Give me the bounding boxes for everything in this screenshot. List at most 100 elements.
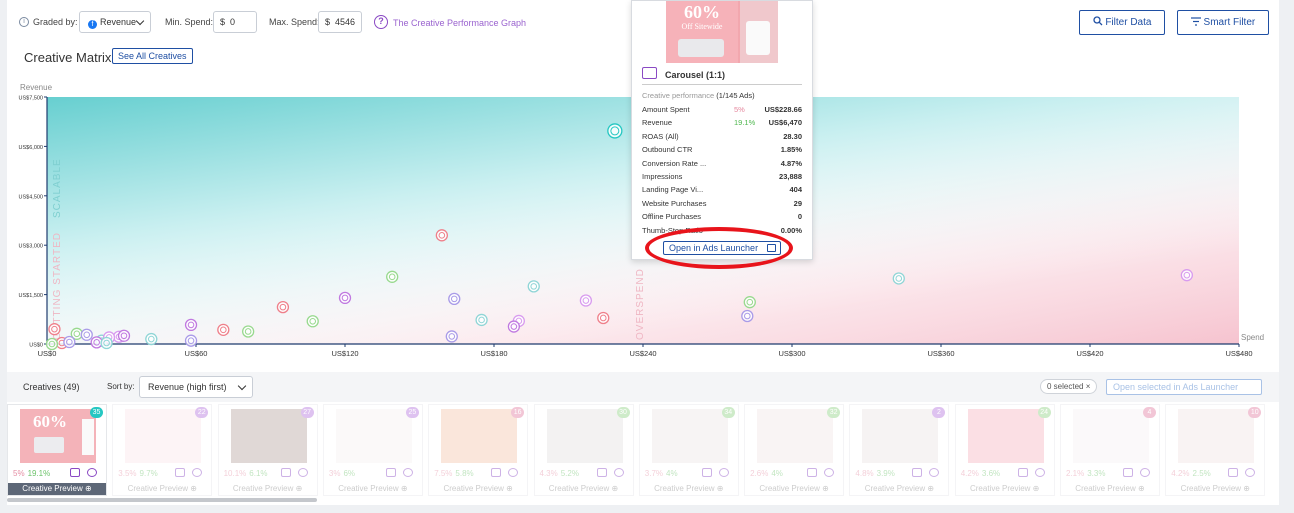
chart-point[interactable] <box>607 123 623 139</box>
see-all-creatives-button[interactable]: See All Creatives <box>112 48 193 64</box>
point-marker[interactable] <box>527 280 540 293</box>
chart-point[interactable] <box>184 334 198 347</box>
point-marker[interactable] <box>386 270 399 283</box>
info-icon[interactable]: i <box>19 17 29 27</box>
creative-preview-button[interactable]: Creative Preview ⊕ <box>8 483 106 495</box>
point-marker[interactable] <box>507 320 521 333</box>
chart-point[interactable] <box>448 292 461 306</box>
sort-select[interactable]: Revenue (high first) <box>139 376 253 398</box>
point-marker[interactable] <box>217 323 230 336</box>
launcher-icon[interactable] <box>1140 468 1150 477</box>
creative-preview-button[interactable]: Creative Preview ⊕ <box>218 483 317 495</box>
creative-performance-graph-link[interactable]: The Creative Performance Graph <box>393 18 526 28</box>
creative-card[interactable]: 34 3.7% 4% Creative Preview ⊕ <box>638 404 739 496</box>
expand-icon[interactable] <box>70 468 80 477</box>
chart-point[interactable] <box>100 336 113 350</box>
creative-preview-button[interactable]: Creative Preview ⊕ <box>955 483 1054 495</box>
point-marker[interactable] <box>1180 269 1193 282</box>
launcher-icon[interactable] <box>192 468 203 477</box>
creative-card[interactable]: 24 4.2% 3.6% Creative Preview ⊕ <box>954 404 1055 496</box>
launcher-icon[interactable] <box>824 468 835 477</box>
graded-by-select[interactable]: f Revenue <box>79 11 151 33</box>
point-marker[interactable] <box>45 337 59 351</box>
open-selected-button[interactable]: Open selected in Ads Launcher <box>1106 379 1262 395</box>
expand-icon[interactable] <box>1228 468 1239 477</box>
launcher-icon[interactable] <box>297 468 308 477</box>
creative-thumbnail[interactable] <box>651 409 728 463</box>
max-spend-input[interactable]: $ 4546 <box>318 11 362 33</box>
chart-point[interactable] <box>743 296 756 309</box>
point-marker[interactable] <box>80 328 93 341</box>
expand-icon[interactable] <box>1123 468 1133 477</box>
creative-preview-button[interactable]: Creative Preview ⊕ <box>429 483 528 495</box>
chart-point[interactable] <box>80 328 93 341</box>
point-marker[interactable] <box>892 272 905 285</box>
creative-card[interactable]: 4 2.1% 3.3% Creative Preview ⊕ <box>1060 404 1160 496</box>
creative-preview-button[interactable]: Creative Preview ⊕ <box>850 483 949 495</box>
creative-card[interactable]: 10 4.2% 2.5% Creative Preview ⊕ <box>1165 404 1266 496</box>
expand-icon[interactable] <box>280 468 291 477</box>
point-marker[interactable] <box>63 335 76 349</box>
chart-point[interactable] <box>48 323 61 336</box>
min-spend-input[interactable]: $ 0 <box>213 11 257 33</box>
creative-thumbnail[interactable] <box>546 409 623 463</box>
point-marker[interactable] <box>579 294 593 307</box>
creative-preview-button[interactable]: Creative Preview ⊕ <box>1061 483 1159 495</box>
point-marker[interactable] <box>184 334 198 347</box>
creative-preview-button[interactable]: Creative Preview ⊕ <box>745 483 844 495</box>
creative-thumbnail[interactable]: 60% <box>20 409 96 463</box>
chart-point[interactable] <box>892 272 905 285</box>
chart-point[interactable] <box>1180 269 1193 282</box>
chart-point[interactable] <box>475 313 488 327</box>
creative-preview-button[interactable]: Creative Preview ⊕ <box>323 483 422 495</box>
horizontal-scrollbar[interactable] <box>7 498 317 502</box>
smart-filter-button[interactable]: Smart Filter <box>1177 10 1269 35</box>
expand-icon[interactable] <box>701 468 712 477</box>
creative-preview-button[interactable]: Creative Preview ⊕ <box>1166 483 1265 495</box>
creative-card[interactable]: 25 3% 6% Creative Preview ⊕ <box>322 404 423 496</box>
point-marker[interactable] <box>448 292 461 306</box>
point-marker[interactable] <box>145 332 158 346</box>
creative-thumbnail[interactable] <box>967 409 1044 463</box>
chart-point[interactable] <box>338 291 352 305</box>
launcher-icon[interactable] <box>402 468 413 477</box>
chart-point[interactable] <box>445 330 458 343</box>
launcher-icon[interactable] <box>87 468 97 477</box>
expand-icon[interactable] <box>912 468 923 477</box>
creative-thumbnail[interactable] <box>1178 409 1255 463</box>
creative-thumbnail[interactable] <box>125 409 202 463</box>
creative-thumbnail[interactable] <box>230 409 307 463</box>
chart-point[interactable] <box>597 311 610 325</box>
point-marker[interactable] <box>435 229 449 242</box>
expand-icon[interactable] <box>491 468 502 477</box>
point-marker[interactable] <box>743 296 756 309</box>
point-marker[interactable] <box>117 329 131 342</box>
chart-point[interactable] <box>306 315 319 328</box>
point-marker[interactable] <box>445 330 458 343</box>
point-marker[interactable] <box>741 309 754 323</box>
launcher-icon[interactable] <box>613 468 624 477</box>
chart-point[interactable] <box>579 294 593 307</box>
expand-icon[interactable] <box>596 468 607 477</box>
chart-point[interactable] <box>276 300 290 314</box>
point-marker[interactable] <box>276 300 290 314</box>
creative-thumbnail[interactable] <box>1073 409 1149 463</box>
launcher-icon[interactable] <box>1245 468 1256 477</box>
chart-point[interactable] <box>184 318 198 332</box>
creative-card[interactable]: 30 4.3% 5.2% Creative Preview ⊕ <box>533 404 634 496</box>
creative-card[interactable]: 16 7.5% 5.8% Creative Preview ⊕ <box>428 404 529 496</box>
creative-thumbnail[interactable] <box>441 409 518 463</box>
expand-icon[interactable] <box>175 468 186 477</box>
point-marker[interactable] <box>184 318 198 332</box>
chart-point[interactable] <box>386 270 399 283</box>
filter-data-button[interactable]: Filter Data <box>1079 10 1165 35</box>
chart-point[interactable] <box>241 325 255 338</box>
expand-icon[interactable] <box>807 468 818 477</box>
point-marker[interactable] <box>338 291 352 305</box>
creative-card[interactable]: 60% 35 5% 19.1% Creative Preview ⊕ <box>7 404 107 496</box>
chart-point[interactable] <box>217 323 230 336</box>
creative-card[interactable]: 27 10.1% 6.1% Creative Preview ⊕ <box>217 404 318 496</box>
point-marker[interactable] <box>306 315 319 328</box>
selected-count-pill[interactable]: 0 selected × <box>1040 379 1098 394</box>
point-marker[interactable] <box>597 311 610 325</box>
